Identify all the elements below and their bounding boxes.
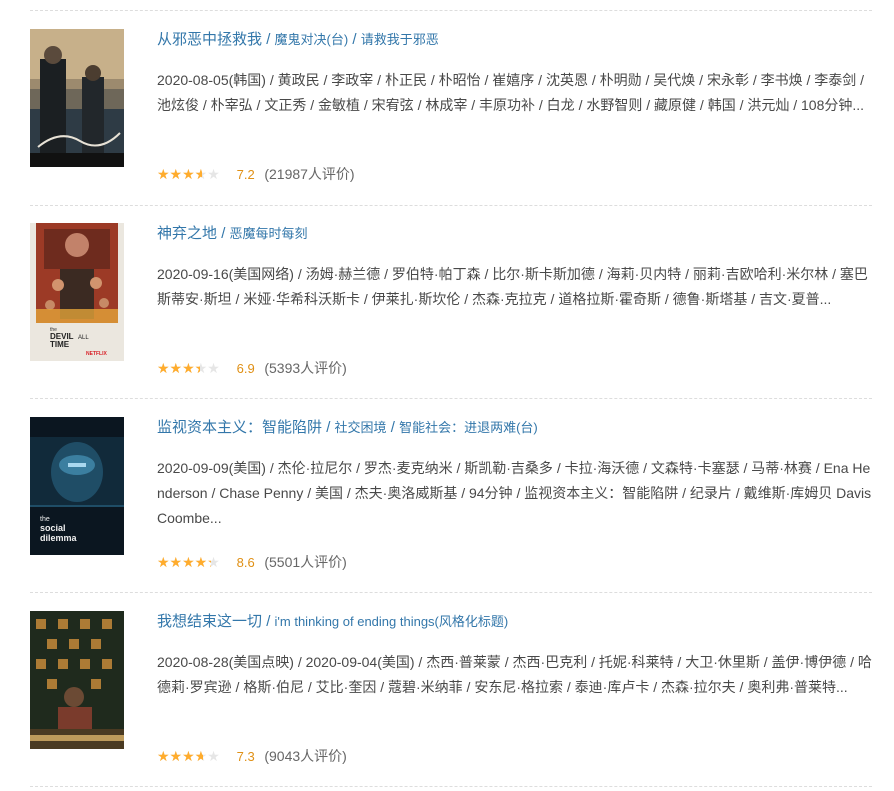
- movie-item: 从邪恶中拯救我 / 魔鬼对决(台) / 请救我于邪恶 2020-08-05(韩国…: [0, 29, 894, 223]
- movie-title-row: 从邪恶中拯救我 / 魔鬼对决(台) / 请救我于邪恶: [157, 29, 872, 51]
- movie-title: 监视资本主义：智能陷阱: [157, 419, 323, 436]
- separator: /: [390, 419, 395, 436]
- poster-text: the: [40, 516, 50, 523]
- poster-text: ALL: [78, 335, 89, 341]
- poster-brand: NETFLIX: [86, 351, 107, 357]
- movie-abstract: 2020-08-05(韩国) / 黄政民 / 李政宰 / 朴正民 / 朴昭怡 /…: [157, 72, 865, 113]
- rating-score: 8.6: [236, 555, 255, 570]
- movie-title-link[interactable]: 从邪恶中拯救我: [157, 31, 262, 48]
- alt-title-link[interactable]: 魔鬼对决(台): [275, 32, 349, 47]
- star-rating: ★★★★★ ★★★★★: [157, 748, 227, 764]
- poster-action-thriller-icon: [30, 29, 124, 167]
- movie-poster[interactable]: the social dilemma: [30, 417, 124, 555]
- alt-title: 请救我于邪恶: [360, 32, 439, 47]
- alt-title: 智能社会：进退两难(台): [399, 420, 538, 435]
- separator: /: [326, 419, 331, 436]
- rating-row: ★★★★★ ★★★★★ 6.9 (5393人评价): [157, 358, 347, 378]
- separator: /: [221, 225, 226, 242]
- movie-title-link[interactable]: 神弃之地: [157, 225, 217, 242]
- movie-title-row: 我想结束这一切 / i'm thinking of ending things(…: [157, 611, 872, 633]
- movie-item: the DEVIL ALL TIME NETFLIX 神弃之地 / 恶魔每时每刻…: [0, 223, 894, 417]
- alt-title: 恶魔每时每刻: [229, 226, 308, 241]
- star-rating: ★★★★★ ★★★★★: [157, 166, 227, 182]
- alt-title: i'm thinking of ending things(风格化标题): [274, 614, 509, 629]
- movie-poster[interactable]: the DEVIL ALL TIME NETFLIX: [30, 223, 124, 361]
- divider: [30, 592, 872, 593]
- movie-item: 我想结束这一切 / i'm thinking of ending things(…: [0, 611, 894, 791]
- poster-social-dilemma-icon: the social dilemma: [30, 417, 124, 555]
- poster-text: TIME: [50, 340, 70, 349]
- separator: /: [266, 31, 271, 48]
- divider: [30, 205, 872, 206]
- divider: [30, 398, 872, 399]
- star-rating: ★★★★★ ★★★★★: [157, 360, 227, 376]
- rating-row: ★★★★★ ★★★★★ 8.6 (5501人评价): [157, 552, 347, 572]
- rating-count: (9043人评价): [264, 748, 347, 764]
- poster-ending-things-icon: [30, 611, 124, 749]
- movie-list: 从邪恶中拯救我 / 魔鬼对决(台) / 请救我于邪恶 2020-08-05(韩国…: [0, 0, 894, 791]
- alt-title-link[interactable]: 智能社会：进退两难(台): [399, 420, 538, 435]
- movie-item: the social dilemma 监视资本主义：智能陷阱 / 社交困境 / …: [0, 417, 894, 611]
- movie-abstract: 2020-09-16(美国网络) / 汤姆·赫兰德 / 罗伯特·帕丁森 / 比尔…: [157, 266, 868, 307]
- poster-text: social: [40, 523, 66, 533]
- divider: [30, 786, 872, 787]
- rating-score: 7.3: [236, 749, 255, 764]
- movie-title: 神弃之地: [157, 225, 218, 242]
- movie-abstract: 2020-09-09(美国) / 杰伦·拉尼尔 / 罗杰·麦克纳米 / 斯凯勒·…: [157, 460, 872, 526]
- alt-title-link[interactable]: 社交困境: [335, 420, 387, 435]
- movie-title: 我想结束这一切: [157, 613, 263, 630]
- poster-devil-all-the-time-icon: the DEVIL ALL TIME NETFLIX: [30, 223, 124, 361]
- alt-title: 社交困境: [334, 420, 387, 435]
- alt-title-link[interactable]: 请救我于邪恶: [361, 32, 439, 47]
- movie-abstract: 2020-08-28(美国点映) / 2020-09-04(美国) / 杰西·普…: [157, 654, 872, 695]
- rating-score: 7.2: [236, 167, 255, 182]
- star-rating-fill: ★★★★★: [157, 166, 203, 182]
- alt-title-link[interactable]: i'm thinking of ending things(风格化标题): [275, 614, 509, 629]
- rating-count: (5501人评价): [264, 554, 347, 570]
- alt-title-link[interactable]: 恶魔每时每刻: [230, 226, 308, 241]
- star-rating-fill: ★★★★★: [157, 554, 211, 570]
- separator: /: [352, 31, 357, 48]
- rating-count: (5393人评价): [264, 360, 347, 376]
- movie-poster[interactable]: [30, 29, 124, 167]
- movie-poster[interactable]: [30, 611, 124, 749]
- rating-score: 6.9: [236, 361, 255, 376]
- divider: [30, 10, 872, 11]
- movie-title-link[interactable]: 我想结束这一切: [157, 613, 262, 630]
- star-rating-fill: ★★★★★: [157, 360, 200, 376]
- movie-title: 从邪恶中拯救我: [157, 31, 263, 48]
- separator: /: [266, 613, 271, 630]
- alt-title: 魔鬼对决(台): [274, 32, 349, 47]
- movie-title-link[interactable]: 监视资本主义：智能陷阱: [157, 419, 322, 436]
- rating-row: ★★★★★ ★★★★★ 7.3 (9043人评价): [157, 746, 347, 766]
- star-rating: ★★★★★ ★★★★★: [157, 554, 227, 570]
- rating-row: ★★★★★ ★★★★★ 7.2 (21987人评价): [157, 164, 355, 184]
- movie-title-row: 神弃之地 / 恶魔每时每刻: [157, 223, 872, 245]
- movie-title-row: 监视资本主义：智能陷阱 / 社交困境 / 智能社会：进退两难(台): [157, 417, 872, 439]
- poster-text: dilemma: [40, 533, 78, 543]
- rating-count: (21987人评价): [264, 166, 355, 182]
- star-rating-fill: ★★★★★: [157, 748, 203, 764]
